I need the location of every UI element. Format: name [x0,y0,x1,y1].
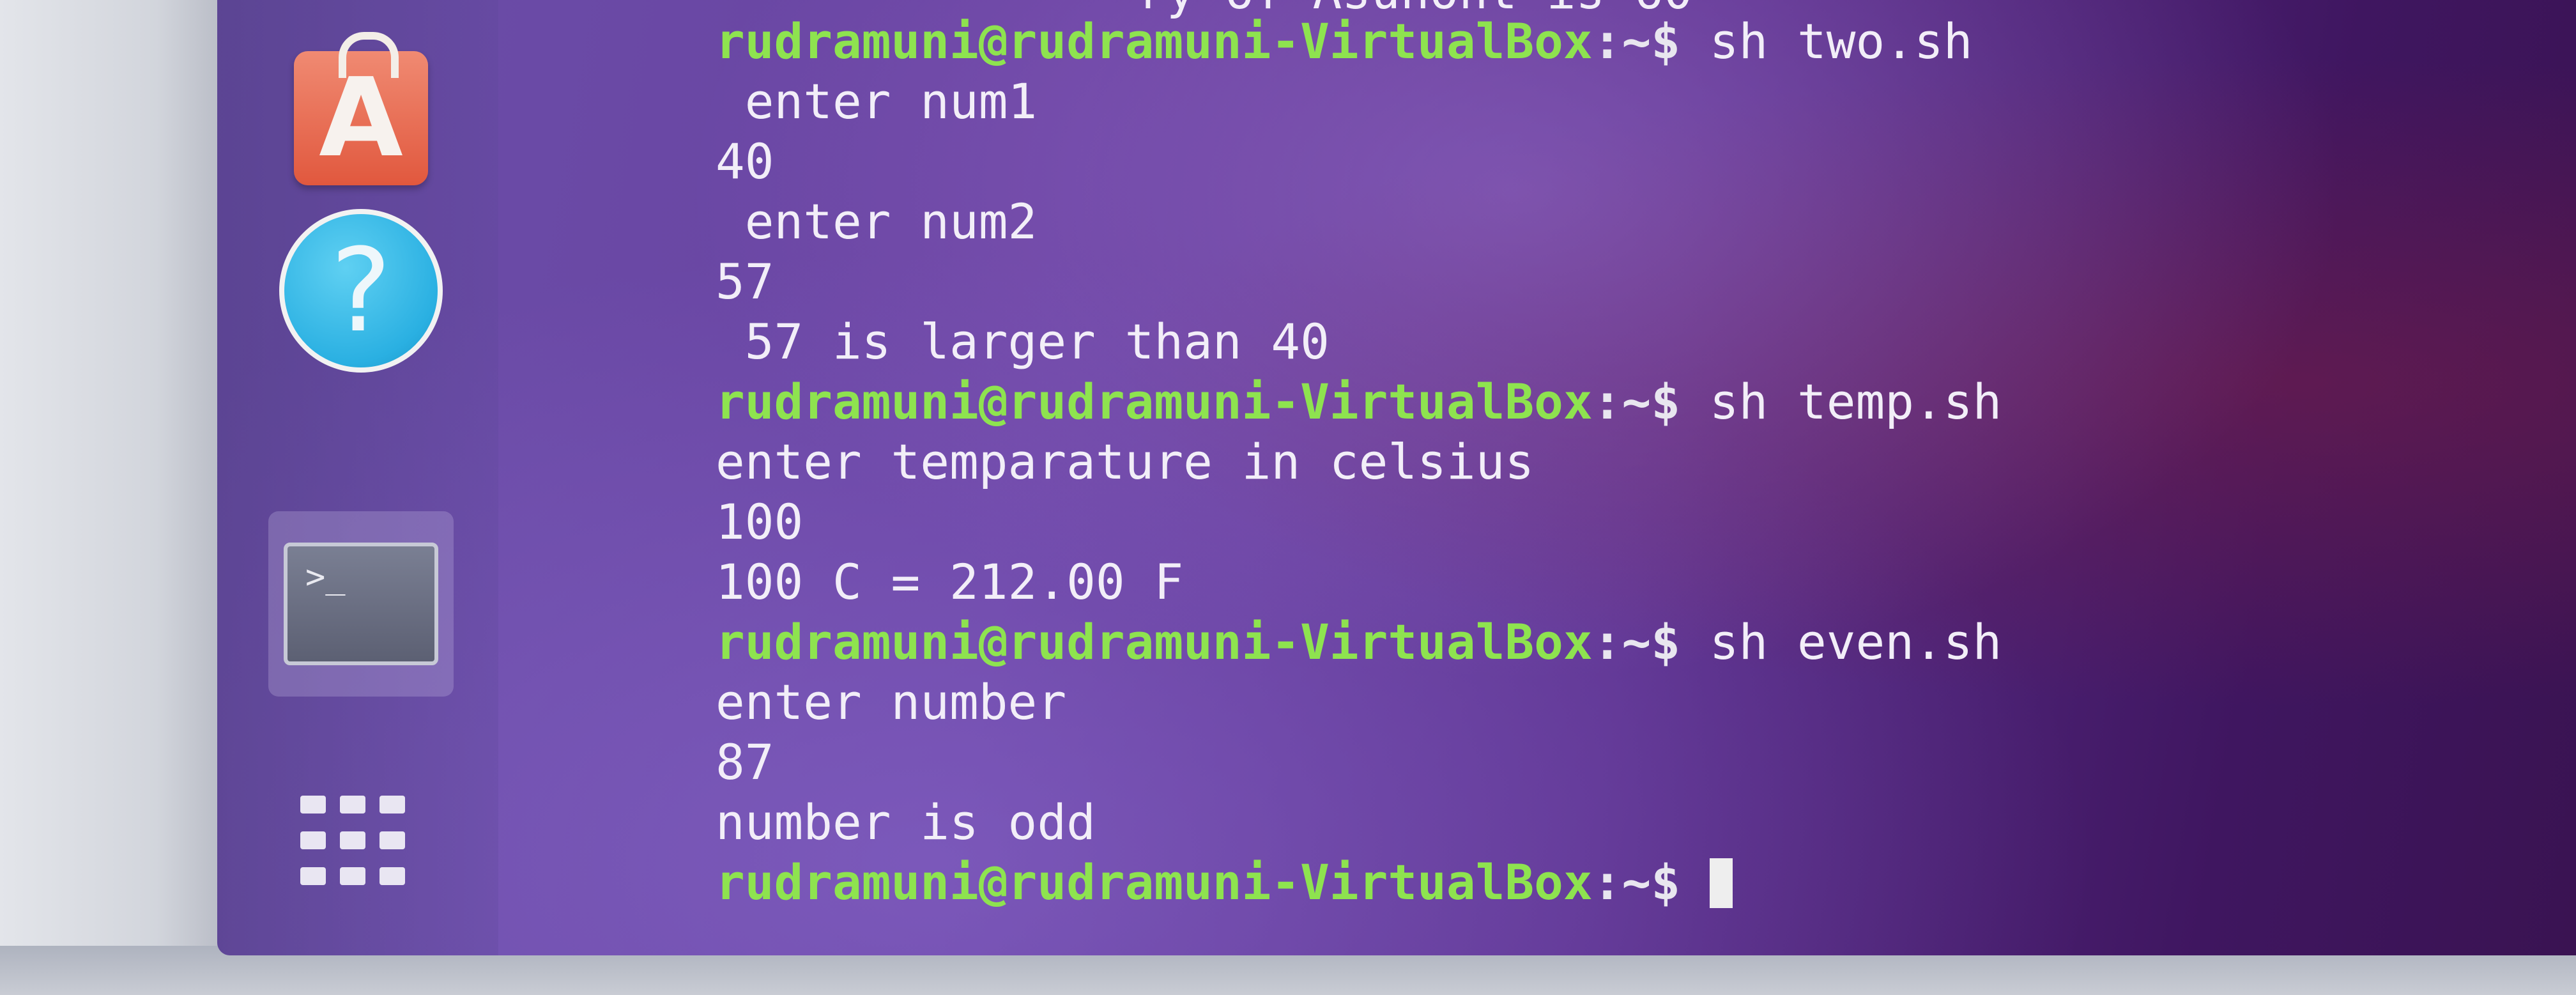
launcher-dock: A ? >_ [217,0,498,955]
desktop-screen: A ? >_ ry of Asunont is 60 rudramuni@rud… [217,0,2576,955]
terminal-output-line: enter temparature in celsius [716,433,1535,490]
prompt-user-host: rudramuni@rudramuni-VirtualBox [716,373,1593,430]
prompt-path: :~$ [1592,613,1680,670]
terminal-window[interactable]: ry of Asunont is 60 rudramuni@rudramuni-… [498,0,2543,955]
dock-item-help[interactable]: ? [268,198,454,383]
terminal-output-line: enter number [716,674,1067,730]
terminal-output-line: 57 [716,253,774,310]
dock-item-terminal[interactable]: >_ [268,511,454,697]
dock-item-app-store[interactable]: A [268,26,454,211]
terminal-output-line: enter num2 [716,193,1038,250]
prompt-path: :~$ [1592,13,1680,70]
terminal-icon: >_ [284,543,438,665]
monitor-bezel-left [0,0,224,995]
photo-frame: A ? >_ ry of Asunont is 60 rudramuni@rud… [0,0,2576,995]
prompt-user-host: rudramuni@rudramuni-VirtualBox [716,854,1593,911]
prompt-user-host: rudramuni@rudramuni-VirtualBox [716,613,1593,670]
help-question-icon: ? [279,209,443,373]
terminal-output-line: 100 [716,493,804,550]
terminal-output-line: 100 C = 212.00 F [716,553,1184,610]
prompt-path: :~$ [1592,373,1680,430]
terminal-output-line: enter num1 [716,73,1038,130]
terminal-prompt-line: rudramuni@rudramuni-VirtualBox:~$ sh two… [716,13,1973,70]
terminal-prompt-line: rudramuni@rudramuni-VirtualBox:~$ sh tem… [716,373,2002,431]
terminal-output-line: number is odd [716,794,1096,851]
terminal-output-line: 57 is larger than 40 [716,313,1330,370]
apps-grid-icon[interactable] [300,796,428,911]
shopping-bag-icon: A [294,32,428,185]
terminal-prompt-line: rudramuni@rudramuni-VirtualBox:~$ [716,854,1733,911]
prompt-command: sh temp.sh [1680,373,2002,430]
terminal-output-line: 40 [716,133,774,190]
prompt-path: :~$ [1592,854,1680,911]
prompt-command: sh even.sh [1680,613,2002,670]
text-cursor [1709,858,1733,908]
terminal-prompt-line: rudramuni@rudramuni-VirtualBox:~$ sh eve… [716,613,2002,671]
prompt-user-host: rudramuni@rudramuni-VirtualBox [716,13,1593,70]
prompt-command: sh two.sh [1680,13,1973,70]
prompt-command [1680,854,1710,911]
terminal-output-line: 87 [716,734,774,791]
